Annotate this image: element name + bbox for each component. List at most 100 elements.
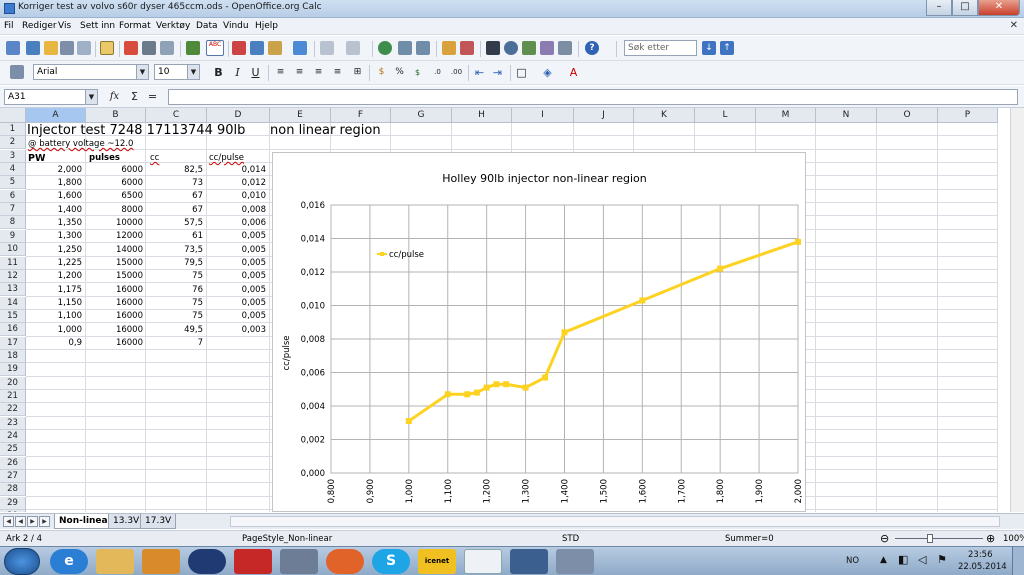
user-app-icon[interactable] <box>188 549 226 574</box>
data-cell[interactable]: 16000 <box>86 297 145 310</box>
data-cell[interactable]: 6000 <box>86 177 145 190</box>
data-cell[interactable]: 75 <box>146 297 205 310</box>
add-decimal-icon[interactable]: .0 <box>430 65 445 80</box>
data-cell[interactable]: 57,5 <box>146 217 205 230</box>
skype-icon[interactable]: S <box>372 549 410 574</box>
formula-input[interactable] <box>168 89 1018 105</box>
find-replace-icon[interactable] <box>486 41 500 55</box>
zoom-level[interactable]: 100% <box>1003 534 1024 544</box>
chevron-down-icon[interactable]: ▼ <box>85 90 97 104</box>
data-cell[interactable]: 1,400 <box>26 204 84 217</box>
data-cell[interactable]: 16000 <box>86 284 145 297</box>
sum-icon[interactable]: Σ <box>127 89 142 104</box>
underline-icon[interactable]: U <box>248 65 263 80</box>
data-cell[interactable]: 0,006 <box>207 217 268 230</box>
tray-expand-icon[interactable]: ▲ <box>880 555 887 565</box>
last-sheet-icon[interactable]: ▶ <box>39 516 50 527</box>
data-cell[interactable]: 1,000 <box>26 324 84 337</box>
data-cell[interactable]: 73,5 <box>146 244 205 257</box>
data-cell[interactable] <box>207 337 268 350</box>
chevron-down-icon[interactable]: ▼ <box>136 65 148 79</box>
function-wizard-icon[interactable]: fx <box>107 89 122 104</box>
data-cell[interactable]: 1,350 <box>26 217 84 230</box>
menu-verktoy[interactable]: Verktøy <box>156 21 190 31</box>
menu-hjelp[interactable]: Hjelp <box>255 21 278 31</box>
save-icon[interactable] <box>60 41 74 55</box>
data-cell[interactable]: 0,005 <box>207 270 268 283</box>
data-cell[interactable]: 0,005 <box>207 244 268 257</box>
standard-format-icon[interactable]: $ <box>410 65 425 80</box>
background-color-icon[interactable]: ◈ <box>540 65 555 80</box>
export-pdf-icon[interactable] <box>124 41 138 55</box>
data-cell[interactable]: 75 <box>146 310 205 323</box>
network-icon[interactable]: ◧ <box>898 553 908 566</box>
internet-explorer-icon[interactable]: e <box>50 549 88 574</box>
toolbar-options-icon[interactable] <box>6 41 20 55</box>
data-cell[interactable]: 1,800 <box>26 177 84 190</box>
styles-icon[interactable] <box>10 65 24 79</box>
spellcheck-icon[interactable] <box>186 41 200 55</box>
insert-chart-icon[interactable] <box>442 41 456 55</box>
calc-taskbar-icon[interactable] <box>464 549 502 574</box>
data-cell[interactable]: 0,008 <box>207 204 268 217</box>
data-cell[interactable]: 6500 <box>86 190 145 203</box>
data-cell[interactable]: 7 <box>146 337 205 350</box>
data-cell[interactable]: 15000 <box>86 270 145 283</box>
merge-cells-icon[interactable]: ⊞ <box>350 65 365 80</box>
cell-a2-note[interactable]: @ battery voltage ~12.0 <box>28 138 133 151</box>
new-document-icon[interactable] <box>26 41 40 55</box>
flag-icon[interactable]: ⚑ <box>937 553 947 566</box>
media-player-icon[interactable] <box>142 549 180 574</box>
find-input[interactable]: Søk etter <box>624 40 697 56</box>
page-preview-icon[interactable] <box>160 41 174 55</box>
status-selection-mode[interactable]: STD <box>562 534 579 544</box>
delete-decimal-icon[interactable]: .00 <box>449 65 464 80</box>
currency-format-icon[interactable]: $ <box>374 65 389 80</box>
first-sheet-icon[interactable]: ◀ <box>3 516 14 527</box>
paste-icon[interactable] <box>268 41 282 55</box>
next-sheet-icon[interactable]: ▶ <box>27 516 38 527</box>
italic-icon[interactable]: I <box>230 65 245 80</box>
sheet-tab-13-3v[interactable]: 13.3V <box>108 514 145 529</box>
redo-icon[interactable] <box>346 41 360 55</box>
data-cell[interactable]: 1,100 <box>26 310 84 323</box>
data-cell[interactable]: 67 <box>146 190 205 203</box>
data-cell[interactable]: 16000 <box>86 310 145 323</box>
horizontal-scrollbar[interactable] <box>230 516 1000 527</box>
tools-app-icon[interactable] <box>556 549 594 574</box>
increase-indent-icon[interactable]: ⇥ <box>490 65 505 80</box>
sheet-tab-17-3v[interactable]: 17.3V <box>140 514 177 529</box>
print-icon[interactable] <box>142 41 156 55</box>
edit-file-icon[interactable] <box>100 41 114 55</box>
data-cell[interactable]: 0,005 <box>207 230 268 243</box>
zoom-icon[interactable] <box>558 41 572 55</box>
data-cell[interactable]: 67 <box>146 204 205 217</box>
data-cell[interactable]: 6000 <box>86 164 145 177</box>
zoom-out-icon[interactable]: ⊖ <box>880 532 889 545</box>
auto-spellcheck-icon[interactable]: ABC <box>206 40 224 56</box>
data-cell[interactable]: 0,003 <box>207 324 268 337</box>
font-size-select[interactable]: 10 ▼ <box>154 64 200 80</box>
data-cell[interactable]: 49,5 <box>146 324 205 337</box>
minimize-button[interactable]: – <box>926 0 952 16</box>
clock-time[interactable]: 23:56 <box>968 550 993 560</box>
find-next-icon[interactable]: ↓ <box>702 41 716 55</box>
data-cell[interactable]: 12000 <box>86 230 145 243</box>
close-button[interactable]: ✕ <box>978 0 1020 16</box>
percent-format-icon[interactable]: % <box>392 65 407 80</box>
line-chart[interactable]: 0,000 0,002 0,004 0,006 0,008 0,010 0,012 0,014… <box>272 152 806 512</box>
align-center-icon[interactable]: ≡ <box>292 65 307 80</box>
menu-format[interactable]: Format <box>119 21 151 31</box>
email-icon[interactable] <box>77 41 91 55</box>
data-cell[interactable]: 2,000 <box>26 164 84 177</box>
justify-icon[interactable]: ≡ <box>330 65 345 80</box>
data-cell[interactable]: 0,010 <box>207 190 268 203</box>
pin-app-icon[interactable] <box>234 549 272 574</box>
volume-icon[interactable]: ◁ <box>918 553 926 566</box>
data-cell[interactable]: 0,005 <box>207 284 268 297</box>
data-cell[interactable]: 1,175 <box>26 284 84 297</box>
previous-sheet-icon[interactable]: ◀ <box>15 516 26 527</box>
data-cell[interactable]: 1,225 <box>26 257 84 270</box>
align-left-icon[interactable]: ≡ <box>273 65 288 80</box>
menu-sett-inn[interactable]: Sett inn <box>80 21 115 31</box>
